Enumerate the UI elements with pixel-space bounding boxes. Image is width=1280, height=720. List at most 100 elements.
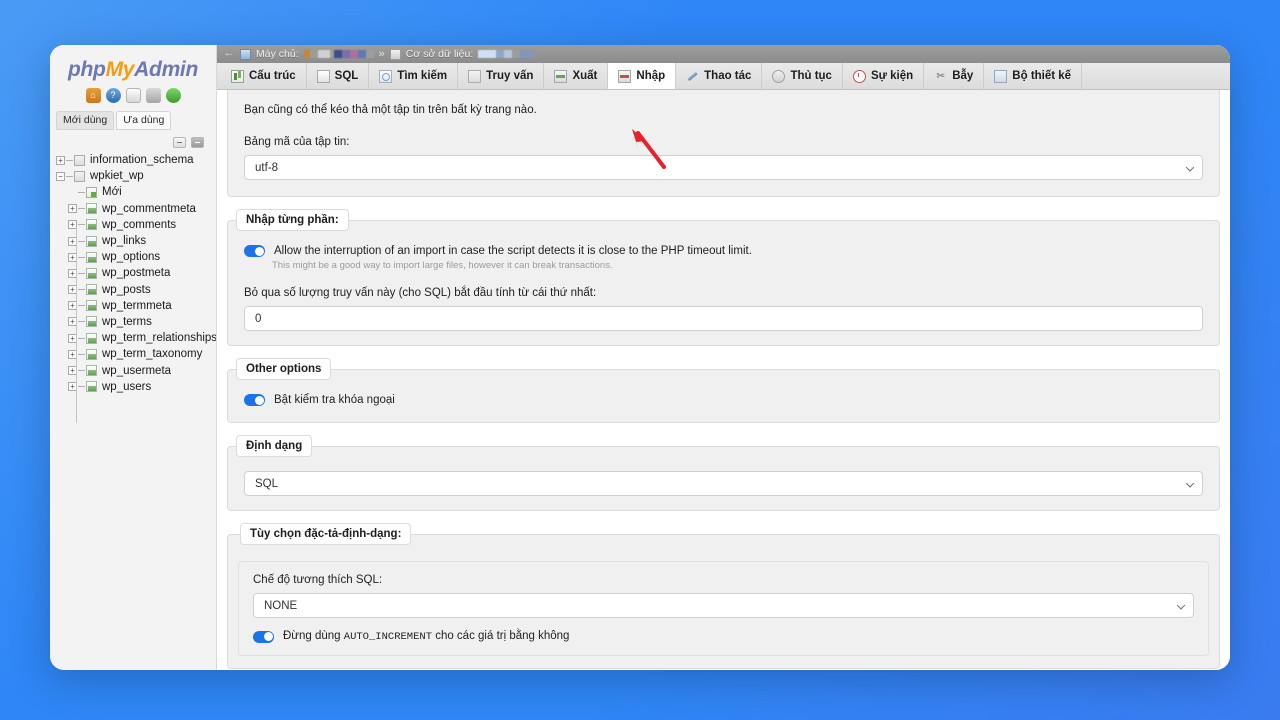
ops-icon [686,70,699,83]
tab-events[interactable]: Sự kiện [843,63,925,89]
collapse-all-icon[interactable] [173,137,186,148]
back-icon[interactable]: ← [223,48,235,60]
expand-icon[interactable]: + [56,155,65,165]
auto-increment-label: Đừng dùng AUTO_INCREMENT cho các giá trị… [283,630,569,643]
tree-connector [78,353,85,355]
triggers-icon: ✂ [936,70,945,82]
tab-routines[interactable]: Thủ tục [762,63,843,89]
tree-item-wp_posts[interactable]: + wp_posts [56,282,216,298]
tab-sql[interactable]: SQL [307,63,370,89]
tree-item-label: wp_posts [102,283,151,296]
tab-triggers[interactable]: ✂ Bẫy [924,63,985,89]
allow-interrupt-toggle[interactable] [244,245,265,257]
tab-bar: Cấu trúc SQL Tìm kiếm Truy vấn Xuất Nhập Thao … [217,63,1230,90]
tree-item-label: wp_links [102,235,147,248]
tab-label: Tìm kiếm [397,70,448,82]
tab-label: Bẫy [952,70,974,82]
routines-icon [772,69,786,83]
tree-item-wp_comments[interactable]: + wp_comments [56,217,216,233]
tree-item-wp_terms[interactable]: + wp_terms [56,314,216,330]
tab-label: Thao tác [704,70,752,82]
tab-label: Cấu trúc [249,70,296,82]
tree-item-label: wp_users [102,380,152,393]
tree-item-wp_options[interactable]: + wp_options [56,249,216,265]
foreign-key-check-toggle[interactable] [244,394,265,406]
reload-icon[interactable] [165,88,181,103]
tab-designer[interactable]: Bộ thiết kế [984,63,1083,89]
tree-item-wp_users[interactable]: + wp_users [56,379,216,395]
tree-item-wpkiet_wp[interactable]: − wpkiet_wp [56,168,216,184]
tree-connector [78,305,85,307]
collapse-icon[interactable]: − [56,171,65,181]
tab-label: Nhập [636,70,666,82]
table-icon [86,203,97,215]
breadcrumb-server-label: Máy chủ: [256,48,299,60]
content-area: Bạn cũng có thể kéo thả một tập tin trên… [217,90,1230,670]
table-icon [86,365,97,377]
tree-item-Mới[interactable]: Mới [56,184,216,200]
tab-query[interactable]: Truy vấn [458,63,545,89]
documentation-icon[interactable]: ? [105,88,121,103]
tree-options-icon[interactable] [191,137,204,148]
home-icon[interactable]: ⌂ [85,88,101,103]
main-area: ← Máy chủ: » Cơ sở dữ liệu: Cấu trúc SQL T… [217,45,1230,670]
format-select[interactable]: SQL [244,471,1203,496]
breadcrumb-server-value-redacted [303,50,374,58]
events-icon [852,69,866,83]
charset-label: Bảng mã của tập tin: [244,136,350,148]
sql-compat-select-wrap: NONE [253,593,1194,618]
tab-ops[interactable]: Thao tác [676,63,763,89]
sidebar-quick-icons: ⌂ ? [50,85,216,109]
tree-item-label: wp_usermeta [102,364,172,377]
new-table-icon [86,186,97,198]
quick-tab-favorites[interactable]: Ưa dùng [116,111,172,130]
tree-item-wp_commentmeta[interactable]: + wp_commentmeta [56,201,216,217]
breadcrumb-database-label: Cơ sở dữ liệu: [405,48,474,60]
expand-icon[interactable]: + [68,204,77,214]
tree-connector [78,289,85,291]
tab-import[interactable]: Nhập [608,63,677,89]
quick-tab-recent[interactable]: Mới dùng [56,111,115,130]
sql-compat-select[interactable]: NONE [253,593,1194,618]
tab-search[interactable]: Tìm kiếm [369,63,459,89]
allow-interrupt-label: Allow the interruption of an import in c… [274,245,752,257]
tree-connector [78,256,85,258]
tab-structure[interactable]: Cấu trúc [221,63,307,89]
designer-icon [994,69,1008,83]
phpmyadmin-window: phpMyAdmin ⌂ ? Mới dùng Ưa dùng + informa… [50,45,1230,670]
docs-icon[interactable] [125,88,141,103]
auto-increment-row: Đừng dùng AUTO_INCREMENT cho các giá trị… [253,630,1194,643]
skip-queries-input[interactable] [244,306,1203,331]
tree-connector [66,175,73,177]
table-icon [86,284,97,296]
structure-icon [231,69,244,83]
allow-interrupt-hint: This might be a good way to import large… [272,260,613,271]
tab-export[interactable]: Xuất [544,63,609,89]
tab-label: Bộ thiết kế [1012,70,1072,82]
tree-item-wp_postmeta[interactable]: + wp_postmeta [56,265,216,281]
breadcrumb-database-value-redacted [478,50,535,58]
partial-import-legend: Nhập từng phần: [236,209,349,231]
tree-connector [78,321,85,323]
file-charset-panel: Bạn cũng có thể kéo thả một tập tin trên… [227,90,1220,197]
tree-item-label: wp_comments [102,218,177,231]
tree-item-label: wp_postmeta [102,267,171,280]
sidebar: phpMyAdmin ⌂ ? Mới dùng Ưa dùng + informa… [50,45,217,670]
tree-connector [78,224,85,226]
search-icon [379,69,393,83]
table-icon [86,381,97,393]
tree-item-information_schema[interactable]: + information_schema [56,152,216,168]
logout-icon[interactable] [145,88,161,103]
tree-item-wp_term_taxonomy[interactable]: + wp_term_taxonomy [56,346,216,362]
tree-item-wp_termmeta[interactable]: + wp_termmeta [56,298,216,314]
tree-item-wp_links[interactable]: + wp_links [56,233,216,249]
phpmyadmin-logo[interactable]: phpMyAdmin [50,45,216,85]
sidebar-quick-tabs: Mới dùng Ưa dùng [50,109,216,134]
tree-item-label: wp_options [102,251,161,264]
tree-item-wp_term_relationships[interactable]: + wp_term_relationships [56,330,216,346]
table-icon [86,332,97,344]
charset-select[interactable]: utf-8 [244,155,1203,180]
tree-item-wp_usermeta[interactable]: + wp_usermeta [56,362,216,378]
allow-interrupt-row: Allow the interruption of an import in c… [244,245,1203,257]
auto-increment-toggle[interactable] [253,630,274,643]
